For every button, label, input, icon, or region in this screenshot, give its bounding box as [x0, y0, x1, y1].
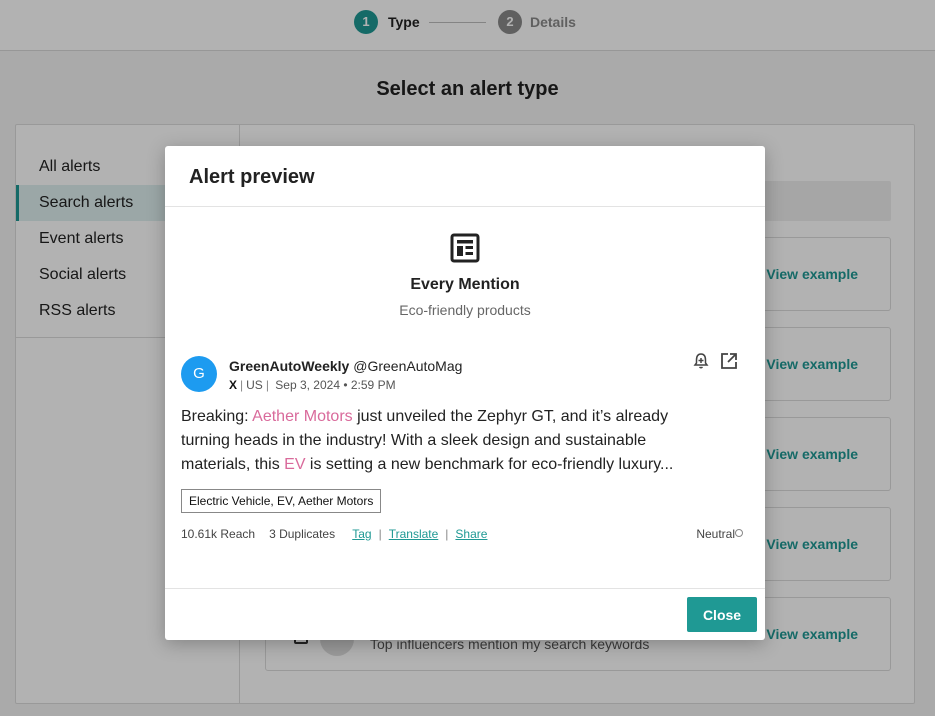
keyword-highlight: EV — [284, 456, 306, 473]
modal-header: Alert preview — [165, 146, 765, 207]
matched-keywords-tag: Electric Vehicle, EV, Aether Motors — [181, 489, 382, 513]
author-handle: @GreenAutoMag — [353, 358, 463, 374]
author-name[interactable]: GreenAutoWeekly — [229, 358, 349, 374]
post-meta: X | US | Sep 3, 2024 • 2:59 PM — [229, 378, 396, 392]
sentiment-label[interactable]: Neutral — [696, 527, 735, 541]
post-text: Breaking: Aether Motors just unveiled th… — [181, 408, 674, 473]
platform-label: X — [229, 378, 238, 392]
author-line: GreenAutoWeekly @GreenAutoMag — [229, 358, 462, 374]
tag-link[interactable]: Tag — [352, 527, 371, 541]
alert-type-subtitle: Eco-friendly products — [399, 302, 531, 318]
modal-footer: Close — [165, 588, 765, 640]
country-label: US — [246, 378, 263, 392]
close-button[interactable]: Close — [687, 597, 757, 632]
open-external-icon[interactable] — [719, 351, 739, 371]
newspaper-icon — [450, 233, 480, 263]
modal-title: Alert preview — [189, 166, 315, 188]
post-stats: 10.61k Reach 3 Duplicates Tag | Translate | S… — [181, 527, 488, 541]
share-link[interactable]: Share — [455, 527, 487, 541]
add-alert-bell-icon[interactable] — [691, 351, 711, 371]
sentiment-indicator-icon — [735, 529, 743, 537]
duplicates-count[interactable]: 3 Duplicates — [269, 527, 335, 541]
alert-preview-modal: Alert preview Every Mention Eco-friendly… — [165, 146, 765, 640]
translate-link[interactable]: Translate — [389, 527, 439, 541]
keyword-highlight: Aether Motors — [252, 408, 353, 425]
post-datetime: Sep 3, 2024 • 2:59 PM — [275, 378, 396, 392]
alert-type-title: Every Mention — [410, 276, 520, 293]
author-avatar: G — [181, 356, 217, 392]
reach-count: 10.61k Reach — [181, 527, 256, 541]
